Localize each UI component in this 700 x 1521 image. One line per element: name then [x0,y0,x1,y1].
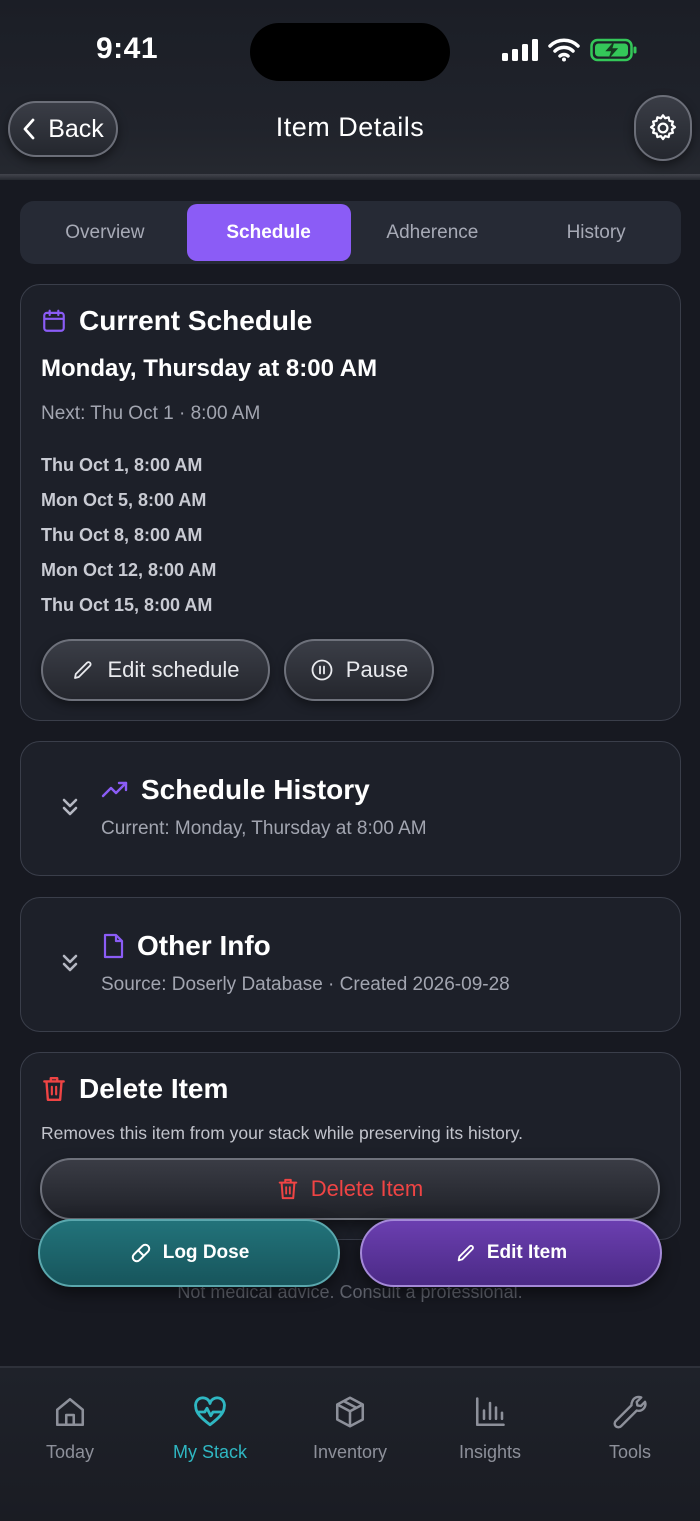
log-dose-label: Log Dose [162,1242,250,1263]
wrench-icon [613,1395,647,1429]
other-info-header: Other Info [101,930,271,962]
trash-icon [278,1178,298,1200]
wifi-icon [548,38,580,62]
nav-today[interactable]: Today [0,1394,140,1463]
nav-today-label: Today [45,1442,95,1462]
nav-tools[interactable]: Tools [560,1394,700,1463]
dynamic-island [250,23,450,81]
box-icon [335,1396,365,1428]
calendar-icon [43,309,65,332]
tab-overview[interactable]: Overview [23,204,187,261]
tab-history[interactable]: History [514,204,678,261]
edit-schedule-button[interactable]: Edit schedule [41,639,270,701]
delete-item-button-label: Delete Item [310,1176,424,1201]
pill-icon [131,1243,150,1263]
pencil-icon [74,661,92,679]
heart-pulse-icon [194,1396,226,1427]
file-icon [103,933,124,959]
nav-my-stack[interactable]: My Stack [140,1394,280,1463]
upcoming-dose-item: Thu Oct 8, 8:00 AM [41,525,203,545]
item-details-screen: 9:41 Back Item Details Overview Schedule… [0,0,700,1521]
trending-up-icon [101,781,128,798]
gear-icon [650,114,676,141]
current-schedule-header: Current Schedule [41,305,312,337]
status-time: 9:41 [96,32,159,65]
other-info-card[interactable]: Other Info Source: Doserly Database · Cr… [20,897,681,1032]
battery-charging-icon [590,38,637,62]
tab-schedule[interactable]: Schedule [186,204,351,261]
trash-icon [43,1077,65,1101]
chevrons-down-icon [62,798,78,816]
nav-insights-label: Insights [458,1442,522,1462]
upcoming-dose-item: Mon Oct 5, 8:00 AM [41,490,207,510]
delete-item-button[interactable]: Delete Item [40,1158,660,1220]
log-dose-button[interactable]: Log Dose [38,1219,340,1287]
pencil-icon [457,1244,474,1262]
schedule-history-header: Schedule History [101,774,370,806]
schedule-history-title: Schedule History [141,774,370,805]
nav-insights[interactable]: Insights [420,1394,560,1463]
nav-my-stack-label: My Stack [172,1442,247,1462]
cellular-signal-icon [502,39,538,61]
tab-adherence[interactable]: Adherence [351,204,515,261]
current-schedule-title: Current Schedule [79,305,313,336]
pause-circle-icon [311,659,333,681]
pause-button[interactable]: Pause [284,639,434,701]
schedule-summary: Monday, Thursday at 8:00 AM [41,355,378,382]
other-info-title: Other Info [137,930,271,961]
edit-item-button[interactable]: Edit Item [360,1219,662,1287]
bottom-tab-bar: Today My Stack Inventory Insights Tools [0,1366,700,1521]
nav-inventory-label: Inventory [312,1442,388,1462]
home-icon [55,1397,85,1427]
schedule-history-subtitle: Current: Monday, Thursday at 8:00 AM [101,818,427,839]
delete-item-title: Delete Item [79,1073,229,1104]
settings-button[interactable] [634,95,692,161]
nav-inventory[interactable]: Inventory [280,1394,420,1463]
upcoming-doses-list: Thu Oct 1, 8:00 AM Mon Oct 5, 8:00 AM Th… [41,455,216,630]
upcoming-dose-item: Thu Oct 15, 8:00 AM [41,595,213,615]
page-title: Item Details [275,112,425,142]
edit-item-label: Edit Item [486,1242,568,1263]
edit-schedule-label: Edit schedule [107,657,240,682]
other-info-subtitle: Source: Doserly Database · Created 2026-… [101,974,510,995]
delete-item-description: Removes this item from your stack while … [41,1123,524,1143]
chevrons-down-icon [62,954,78,972]
status-icons [502,38,638,62]
pause-label: Pause [345,657,409,682]
next-dose-text: Next: Thu Oct 1 · 8:00 AM [41,403,261,424]
delete-item-header: Delete Item [41,1073,228,1105]
bar-chart-icon [475,1397,505,1427]
upcoming-dose-item: Thu Oct 1, 8:00 AM [41,455,203,475]
segment-tabs: Overview Schedule Adherence History [20,201,681,264]
current-schedule-card: Current Schedule Monday, Thursday at 8:0… [20,284,681,721]
nav-tools-label: Tools [608,1442,652,1462]
schedule-history-card[interactable]: Schedule History Current: Monday, Thursd… [20,741,681,876]
upcoming-dose-item: Mon Oct 12, 8:00 AM [41,560,217,580]
header-divider [0,174,700,180]
